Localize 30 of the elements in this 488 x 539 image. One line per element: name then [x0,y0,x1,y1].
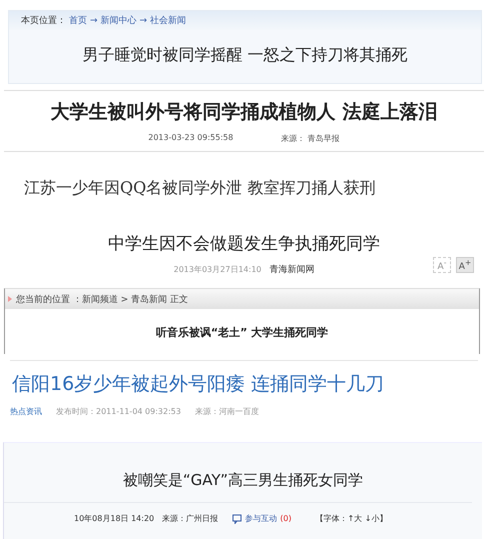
breadcrumb-link[interactable]: → [140,16,148,26]
breadcrumb-label: 您当前的位置 ：新闻频道 > 青岛新闻 正文 [16,294,188,306]
breadcrumb-label: 本页位置： [21,14,66,27]
category-link[interactable]: 热点资讯 [10,406,42,417]
breadcrumb-link[interactable]: 新闻中心 [100,14,137,27]
article-meta: 2013年03月27日14:10 [174,264,262,275]
article-headline: 听音乐被讽“老土” 大学生捅死同学 [154,325,330,340]
comment-link[interactable]: 参与互动 [245,513,278,524]
comment-icon [232,514,242,524]
article-meta: 2013-03-23 09:55:58 [148,133,234,144]
article-headline: 男子睡觉时被同学摇醒 一怒之下持刀将其捅死 [81,45,409,66]
breadcrumb-link[interactable]: → [90,16,98,26]
breadcrumb-link[interactable]: 首页 [69,14,87,27]
article-headline: 中学生因不会做题发生争执捅死同学 [107,233,381,255]
article-headline: 大学生被叫外号将同学捅成植物人 法庭上落泪 [50,100,438,125]
article-headline: 信阳16岁少年被起外号阳痿 连捅同学十几刀 [11,372,386,397]
article-meta: 来源：广州日报 [162,513,218,524]
article-meta: 10年08月18日 14:20 [74,513,154,524]
article-meta: 来源：河南一百度 [194,406,259,417]
article-headline: 被嘲笑是“GAY”高三男生捅死女同学 [122,471,364,490]
article-headline: 江苏一少年因QQ名被同学外泄 教室挥刀捅人获刑 [24,178,376,199]
article-meta: 来源： 青岛早报 [281,133,340,144]
font-size-control[interactable]: 【字体：↑大 ↓小】 [315,513,388,524]
bullet-icon [8,296,12,302]
breadcrumb-link[interactable]: 社会新闻 [150,14,186,27]
font-size-button[interactable]: A$^{+}$ [456,257,474,273]
article-meta: 青海新闻网 [269,264,314,276]
article-meta: 发布时间：2011-11-04 09:32:53 [56,406,181,417]
comment-count: (0) [280,514,292,523]
font-size-button[interactable]: A$^{-}$ [433,257,451,273]
